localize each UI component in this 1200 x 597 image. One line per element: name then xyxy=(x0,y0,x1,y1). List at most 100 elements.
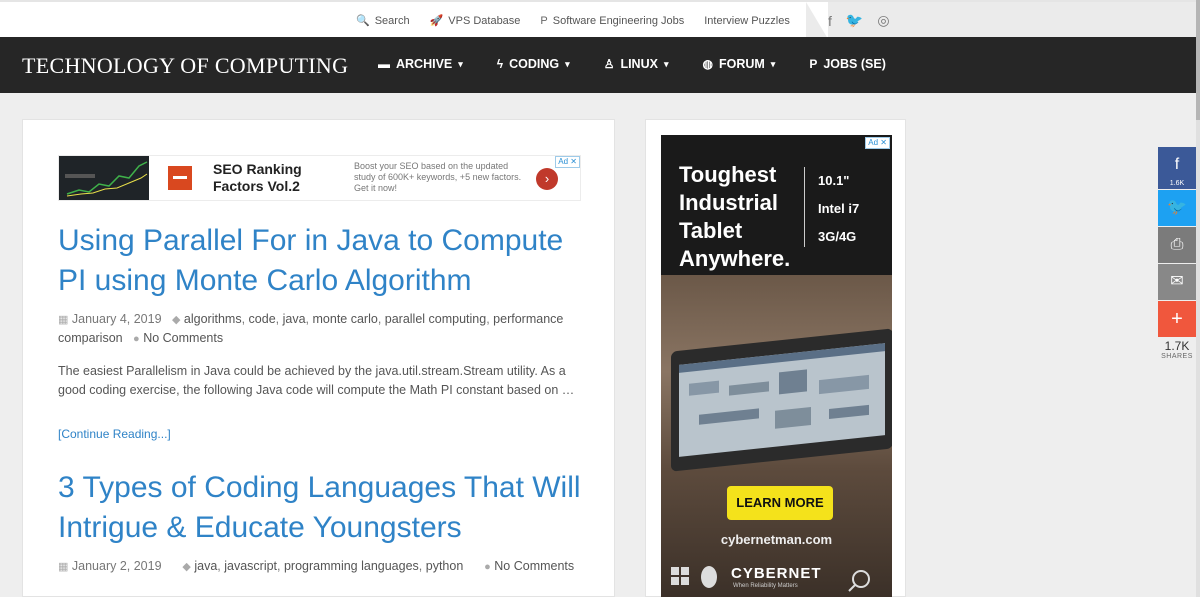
post-tag[interactable]: python xyxy=(426,559,464,573)
forum-icon: ◍ xyxy=(702,57,713,71)
bolt-icon: ϟ xyxy=(496,57,504,71)
top-link-software-jobs[interactable]: P Software Engineering Jobs xyxy=(540,14,684,27)
nav-item-jobs[interactable]: P JOBS (SE) xyxy=(809,57,886,71)
search-icon: 🔍 xyxy=(356,15,370,27)
ad-chart-image xyxy=(65,161,148,197)
post-comments-link[interactable]: No Comments xyxy=(143,331,223,345)
share-total-count: 1.7K xyxy=(1164,339,1190,353)
tags-icon: ◆ xyxy=(171,314,181,326)
ad-spec: Intel i7 xyxy=(818,201,860,216)
p-icon: P xyxy=(540,14,548,27)
nav-item-label: LINUX xyxy=(620,57,658,71)
top-link-search[interactable]: 🔍 Search xyxy=(356,14,410,28)
post-title[interactable]: Using Parallel For in Java to Compute PI… xyxy=(58,221,598,301)
share-twitter-button[interactable]: 🐦 xyxy=(1158,190,1196,226)
comment-icon: ● xyxy=(484,561,491,573)
twitter-icon: 🐦 xyxy=(1167,199,1187,216)
envelope-icon: ✉ xyxy=(1170,273,1184,290)
rss-icon[interactable]: ◎ xyxy=(877,12,889,29)
nav-item-coding[interactable]: ϟ CODING ▾ xyxy=(497,57,570,71)
post-tag[interactable]: code xyxy=(249,312,276,326)
nav-item-label: JOBS (SE) xyxy=(823,57,886,71)
nav-item-linux[interactable]: ♙ LINUX ▾ xyxy=(604,57,669,71)
top-links: 🔍 Search 🚀 VPS Database P Software Engin… xyxy=(356,14,790,28)
sidebar-ad[interactable]: Toughest Industrial Tablet Anywhere. 10.… xyxy=(661,135,892,597)
scrollbar-thumb[interactable] xyxy=(1196,0,1200,120)
ad-divider xyxy=(804,167,805,247)
post-tag[interactable]: java xyxy=(283,312,306,326)
rocket-icon: 🚀 xyxy=(429,15,444,27)
post-date: January 2, 2019 xyxy=(71,559,162,573)
ad-headline: Toughest Industrial Tablet Anywhere. xyxy=(679,162,791,271)
learn-more-button[interactable]: LEARN MORE xyxy=(727,486,833,520)
ad-site-url[interactable]: cybernetman.com xyxy=(661,532,892,547)
top-link-label: Software Engineering Jobs xyxy=(552,14,685,27)
post-tag[interactable]: javascript xyxy=(224,559,277,573)
post-excerpt: The easiest Parallelism in Java could be… xyxy=(58,364,575,397)
nav-item-label: CODING xyxy=(509,57,560,71)
ad-spec: 3G/4G xyxy=(818,229,857,244)
share-print-button[interactable]: ⎙ xyxy=(1158,227,1196,263)
main-nav: TECHNOLOGY OF COMPUTING ▬ ARCHIVE ▾ ϟ CO… xyxy=(0,37,1196,93)
share-email-button[interactable]: ✉ xyxy=(1158,264,1196,300)
share-facebook-button[interactable]: f 1.6K xyxy=(1158,147,1196,189)
post-date: January 4, 2019 xyxy=(71,312,162,326)
ad-logo xyxy=(168,166,192,190)
post-tag[interactable]: java xyxy=(194,559,217,573)
tags-icon: ◆ xyxy=(182,561,191,573)
chevron-down-icon: ▾ xyxy=(565,58,570,69)
tablet-screen xyxy=(679,343,885,457)
ad-choices-badge[interactable]: Ad ✕ xyxy=(555,156,580,168)
calendar-icon: ▦ xyxy=(58,561,69,573)
ad-brand-slogan: When Reliability Matters xyxy=(733,583,798,589)
top-utility-bar: 🔍 Search 🚀 VPS Database P Software Engin… xyxy=(0,0,1196,39)
share-rail: f 1.6K 🐦 ⎙ ✉ + 1.7K SHARES xyxy=(1158,147,1196,360)
site-brand[interactable]: TECHNOLOGY OF COMPUTING xyxy=(22,53,348,79)
ad-go-button[interactable]: › xyxy=(536,168,558,190)
post-tag[interactable]: parallel computing xyxy=(385,312,486,326)
facebook-icon[interactable]: f xyxy=(828,13,832,29)
share-total-label: SHARES xyxy=(1161,353,1193,360)
plus-icon: + xyxy=(1171,308,1183,330)
twitter-icon[interactable]: 🐦 xyxy=(846,12,863,29)
top-link-interview-puzzles[interactable]: Interview Puzzles xyxy=(704,14,790,27)
social-links: f 🐦 ◎ xyxy=(806,2,1196,39)
archive-icon: ▬ xyxy=(378,57,390,71)
sidebar: Toughest Industrial Tablet Anywhere. 10.… xyxy=(645,119,906,597)
chevron-down-icon: ▾ xyxy=(458,58,463,69)
ad-tablet-image xyxy=(671,328,892,472)
nav-item-forum[interactable]: ◍ FORUM ▾ xyxy=(702,57,775,71)
post-tag[interactable]: monte carlo xyxy=(313,312,378,326)
nav-item-archive[interactable]: ▬ ARCHIVE ▾ xyxy=(378,57,463,71)
ad-banner[interactable]: SEO Ranking Factors Vol.2 Boost your SEO… xyxy=(58,155,581,201)
comment-icon: ● xyxy=(133,333,140,345)
ad-spec: 10.1" xyxy=(818,173,850,188)
ad-brand-bar: CYBERNET When Reliability Matters xyxy=(661,555,892,597)
ad-choices-badge[interactable]: Ad ✕ xyxy=(865,137,890,149)
post-tag[interactable]: programming languages xyxy=(284,559,419,573)
ad-thumbnail xyxy=(59,156,149,200)
main-content: SEO Ranking Factors Vol.2 Boost your SEO… xyxy=(22,119,615,597)
nav-menu: ▬ ARCHIVE ▾ ϟ CODING ▾ ♙ LINUX ▾ ◍ FORUM… xyxy=(378,57,886,71)
top-link-label: Interview Puzzles xyxy=(704,14,790,27)
calendar-icon: ▦ xyxy=(58,314,69,326)
continue-reading-link[interactable]: [Continue Reading...] xyxy=(58,427,171,441)
top-link-vps-database[interactable]: 🚀 VPS Database xyxy=(429,14,521,28)
ad-title[interactable]: SEO Ranking Factors Vol.2 xyxy=(213,161,348,195)
post-tag[interactable]: algorithms xyxy=(184,312,242,326)
facebook-share-count: 1.6K xyxy=(1169,180,1185,187)
post-meta: ▦ January 2, 2019 ◆ java, javascript, pr… xyxy=(58,559,575,573)
top-link-label: Search xyxy=(374,14,410,27)
print-icon: ⎙ xyxy=(1170,236,1184,253)
post-comments-link[interactable]: No Comments xyxy=(494,559,574,573)
facebook-icon: f xyxy=(1174,156,1180,173)
linux-icon: ♙ xyxy=(603,57,615,71)
nav-item-label: FORUM xyxy=(718,57,765,71)
top-link-label: VPS Database xyxy=(448,14,521,27)
ad-specs: 10.1" Intel i7 3G/4G xyxy=(818,167,859,251)
p-icon: P xyxy=(809,57,818,71)
ad-description: Boost your SEO based on the updated stud… xyxy=(354,161,522,193)
page-scrollbar[interactable] xyxy=(1196,0,1200,597)
share-more-button[interactable]: + xyxy=(1158,301,1196,337)
post-title[interactable]: 3 Types of Coding Languages That Will In… xyxy=(58,468,598,548)
